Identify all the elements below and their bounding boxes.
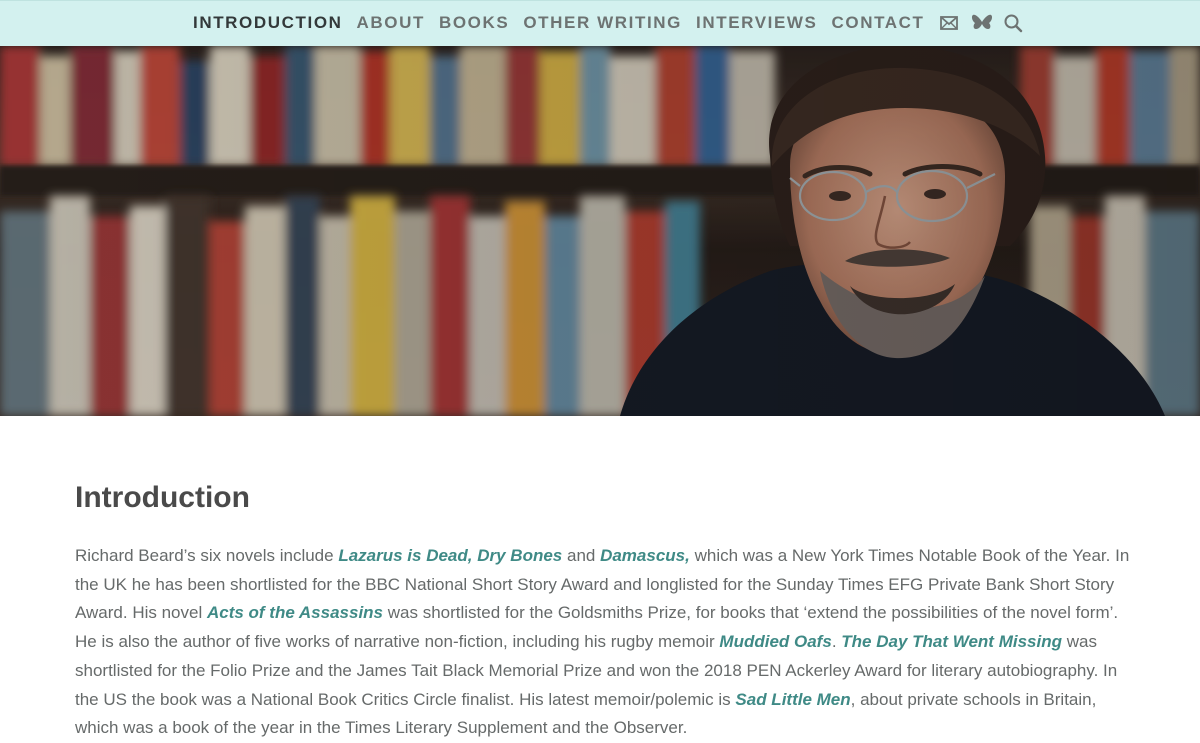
intro-paragraph: Richard Beard’s six novels include Lazar… bbox=[75, 542, 1135, 743]
page-title: Introduction bbox=[75, 481, 250, 514]
paragraph-text: and bbox=[562, 546, 601, 565]
main-nav: INTRODUCTION ABOUT BOOKS OTHER WRITING I… bbox=[193, 13, 1035, 33]
butterfly-icon[interactable] bbox=[971, 13, 992, 33]
nav-contact[interactable]: CONTACT bbox=[832, 13, 925, 33]
paragraph-text: Richard Beard’s six novels include bbox=[75, 546, 339, 565]
author-portrait-image bbox=[0, 46, 1200, 416]
nav-other-writing[interactable]: OTHER WRITING bbox=[523, 13, 682, 33]
book-title-link[interactable]: , bbox=[468, 546, 477, 565]
nav-interviews[interactable]: INTERVIEWS bbox=[696, 13, 817, 33]
book-title-link[interactable]: Sad Little Men bbox=[735, 690, 850, 709]
hero-image bbox=[0, 46, 1200, 416]
mail-icon[interactable] bbox=[939, 13, 959, 33]
nav-books[interactable]: BOOKS bbox=[439, 13, 509, 33]
book-title-link[interactable]: Dry Bones bbox=[477, 546, 562, 565]
book-title-link[interactable]: Lazarus is Dead bbox=[338, 546, 467, 565]
book-title-link[interactable]: The Day That Went Missing bbox=[841, 632, 1062, 651]
nav-about[interactable]: ABOUT bbox=[357, 13, 425, 33]
nav-introduction[interactable]: INTRODUCTION bbox=[193, 13, 343, 33]
book-title-link[interactable]: Acts of the Assassins bbox=[207, 603, 383, 622]
book-title-link[interactable]: Damascus, bbox=[600, 546, 690, 565]
paragraph-text: . bbox=[831, 632, 842, 652]
book-title-link[interactable]: Muddied Oafs bbox=[719, 632, 831, 651]
top-navigation-bar: INTRODUCTION ABOUT BOOKS OTHER WRITING I… bbox=[0, 0, 1200, 46]
search-icon[interactable] bbox=[1003, 13, 1023, 33]
main-content: Introduction Richard Beard’s six novels … bbox=[75, 478, 1135, 743]
